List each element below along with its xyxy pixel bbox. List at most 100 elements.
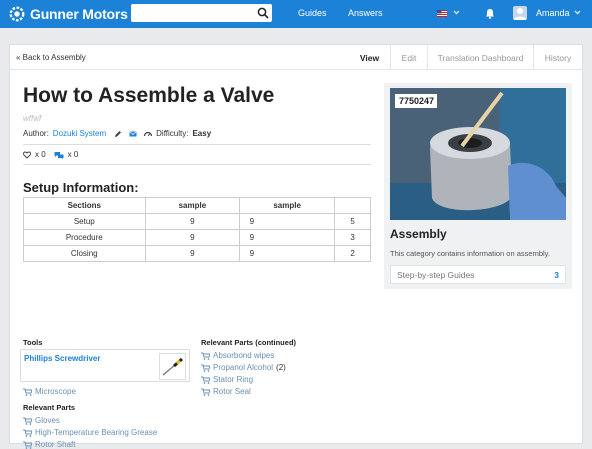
table-cell: 9 — [144, 245, 241, 262]
tab-translation-dashboard[interactable]: Translation Dashboard — [427, 45, 533, 70]
user-name[interactable]: Amanda — [536, 8, 570, 18]
divider — [23, 144, 371, 145]
part-name[interactable]: High-Temperature Bearing Grease — [35, 428, 157, 437]
guide-meta: Author: Dozuki System Difficulty: Easy — [23, 129, 211, 138]
table-cell: 9 — [239, 213, 336, 230]
table-cell: Procedure — [23, 229, 146, 246]
tool-name[interactable]: Phillips Screwdriver — [24, 354, 100, 363]
tab-view[interactable]: View — [349, 45, 390, 70]
comments-count: x 0 — [67, 150, 79, 159]
valve-photo: 7750247 — [390, 88, 566, 220]
column-header: Sections — [23, 197, 146, 214]
guide-card: « Back to Assembly View Edit Translation… — [9, 44, 583, 449]
tool-item[interactable]: Microscope — [23, 387, 76, 396]
table-cell: Closing — [23, 245, 146, 262]
likes-count: x 0 — [35, 150, 46, 159]
category-image[interactable]: 7750247 — [390, 88, 566, 220]
table-cell: 5 — [334, 213, 371, 230]
setup-heading: Setup Information: — [23, 180, 139, 195]
chevron-down-icon[interactable] — [453, 9, 460, 16]
gauge-icon — [144, 131, 153, 136]
relevant-parts-heading: Relevant Parts — [23, 403, 76, 412]
part-name[interactable]: Propanol Alcohol — [213, 363, 273, 372]
part-item[interactable]: Gloves — [23, 416, 60, 425]
table-cell: Setup — [23, 213, 146, 230]
cart-icon — [23, 429, 32, 437]
cart-icon — [201, 364, 210, 372]
part-item[interactable]: Propanol Alcohol (2) — [201, 363, 286, 372]
brand-logo[interactable]: Gunner Motors — [8, 5, 128, 23]
setup-table: Sections sample sample Setup 9 9 5 Proce… — [23, 197, 371, 262]
screwdriver-thumbnail[interactable] — [159, 353, 186, 380]
table-row: Setup 9 9 5 — [23, 213, 371, 230]
category-description: This category contains information on as… — [390, 249, 550, 258]
difficulty-label: Difficulty: — [156, 129, 189, 138]
tool-card[interactable]: Phillips Screwdriver — [20, 349, 190, 382]
table-cell: 9 — [239, 245, 336, 262]
relevant-parts-continued-heading: Relevant Parts (continued) — [201, 338, 297, 347]
avatar[interactable] — [513, 6, 527, 20]
part-name[interactable]: Rotor Seal — [213, 387, 251, 396]
column-header: sample — [144, 197, 241, 214]
tool-item-name[interactable]: Microscope — [35, 387, 76, 396]
nav-answers[interactable]: Answers — [348, 8, 383, 18]
difficulty-value: Easy — [192, 129, 212, 138]
column-header: sample — [239, 197, 336, 214]
table-header-row: Sections sample sample — [23, 197, 371, 214]
part-name[interactable]: Rotor Shaft — [35, 440, 75, 449]
author-link[interactable]: Dozuki System — [53, 129, 106, 138]
cart-icon — [201, 376, 210, 384]
search-input[interactable] — [135, 6, 253, 20]
us-flag-icon[interactable] — [437, 10, 447, 17]
user-silhouette-icon — [514, 8, 526, 20]
part-item[interactable]: Stator Ring — [201, 375, 253, 384]
column-header-empty — [334, 197, 371, 214]
category-title[interactable]: Assembly — [390, 227, 447, 241]
comments-icon[interactable] — [54, 151, 64, 159]
nav-guides[interactable]: Guides — [298, 8, 327, 18]
part-item[interactable]: Absorbond wipes — [201, 351, 274, 360]
guide-title: How to Assemble a Valve — [23, 84, 275, 107]
envelope-icon[interactable] — [129, 130, 137, 138]
step-guides-link[interactable]: Step-by-step Guides 3 — [390, 265, 566, 284]
guide-stats: x 0 x 0 — [23, 150, 78, 159]
search-icon[interactable] — [257, 7, 269, 19]
bell-icon[interactable] — [485, 8, 495, 19]
step-guides-label: Step-by-step Guides — [397, 270, 475, 280]
pencil-icon[interactable] — [114, 130, 122, 138]
divider — [23, 164, 371, 165]
cart-icon — [201, 388, 210, 396]
cart-icon — [201, 352, 210, 360]
part-item[interactable]: Rotor Shaft — [23, 440, 75, 449]
cart-icon — [23, 388, 32, 396]
tab-edit[interactable]: Edit — [390, 45, 427, 70]
category-sidebar: 7750247 Assembly This category contains … — [384, 83, 572, 289]
part-name[interactable]: Gloves — [35, 416, 60, 425]
part-item[interactable]: High-Temperature Bearing Grease — [23, 428, 157, 437]
table-row: Procedure 9 9 3 — [23, 229, 371, 246]
part-name[interactable]: Absorbond wipes — [213, 351, 274, 360]
author-label: Author: — [23, 129, 49, 138]
cart-icon — [23, 417, 32, 425]
part-quantity: (2) — [276, 363, 286, 372]
tools-heading: Tools — [23, 338, 43, 347]
table-cell: 9 — [144, 213, 241, 230]
gear-logo-icon — [9, 6, 25, 22]
part-name[interactable]: Stator Ring — [213, 375, 253, 384]
part-item[interactable]: Rotor Seal — [201, 387, 251, 396]
screwdriver-icon — [162, 357, 183, 376]
back-link[interactable]: « Back to Assembly — [16, 53, 86, 62]
heart-icon[interactable] — [23, 151, 31, 159]
cart-icon — [23, 441, 32, 449]
table-cell: 9 — [239, 229, 336, 246]
guide-subtitle: wffwf — [23, 114, 42, 123]
tab-history[interactable]: History — [533, 45, 582, 70]
chevron-down-icon[interactable] — [574, 9, 581, 16]
table-cell: 9 — [144, 229, 241, 246]
table-cell: 2 — [334, 245, 371, 262]
image-sticker-label: 7750247 — [399, 96, 434, 106]
table-cell: 3 — [334, 229, 371, 246]
top-navbar: Gunner Motors Guides Answers Amanda — [0, 0, 592, 28]
guide-subnav: « Back to Assembly View Edit Translation… — [10, 45, 582, 70]
search-box[interactable] — [131, 4, 272, 22]
